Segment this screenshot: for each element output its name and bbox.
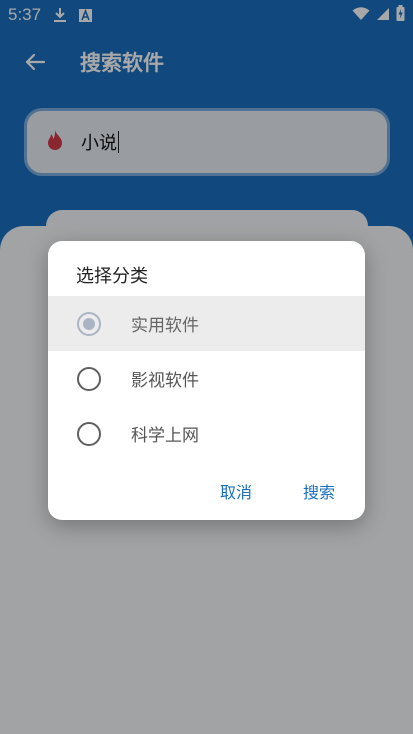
radio-unchecked-icon (77, 421, 101, 446)
search-button[interactable]: 搜索 (303, 479, 335, 503)
option-label: 科学上网 (131, 426, 199, 446)
option-label: 实用软件 (131, 316, 199, 336)
cancel-button[interactable]: 取消 (220, 479, 252, 503)
option-vpn-software[interactable]: 科学上网 (48, 406, 365, 461)
option-practical-software[interactable]: 实用软件 (48, 296, 365, 351)
dialog-title: 选择分类 (76, 266, 148, 287)
option-label: 影视软件 (131, 371, 199, 391)
dialog-actions: 取消 搜索 (48, 471, 365, 511)
option-video-software[interactable]: 影视软件 (48, 351, 365, 406)
radio-checked-icon (77, 311, 101, 336)
radio-unchecked-icon (77, 366, 101, 391)
category-dialog: 选择分类 实用软件 影视软件 科学上网 取消 搜索 (48, 241, 365, 520)
